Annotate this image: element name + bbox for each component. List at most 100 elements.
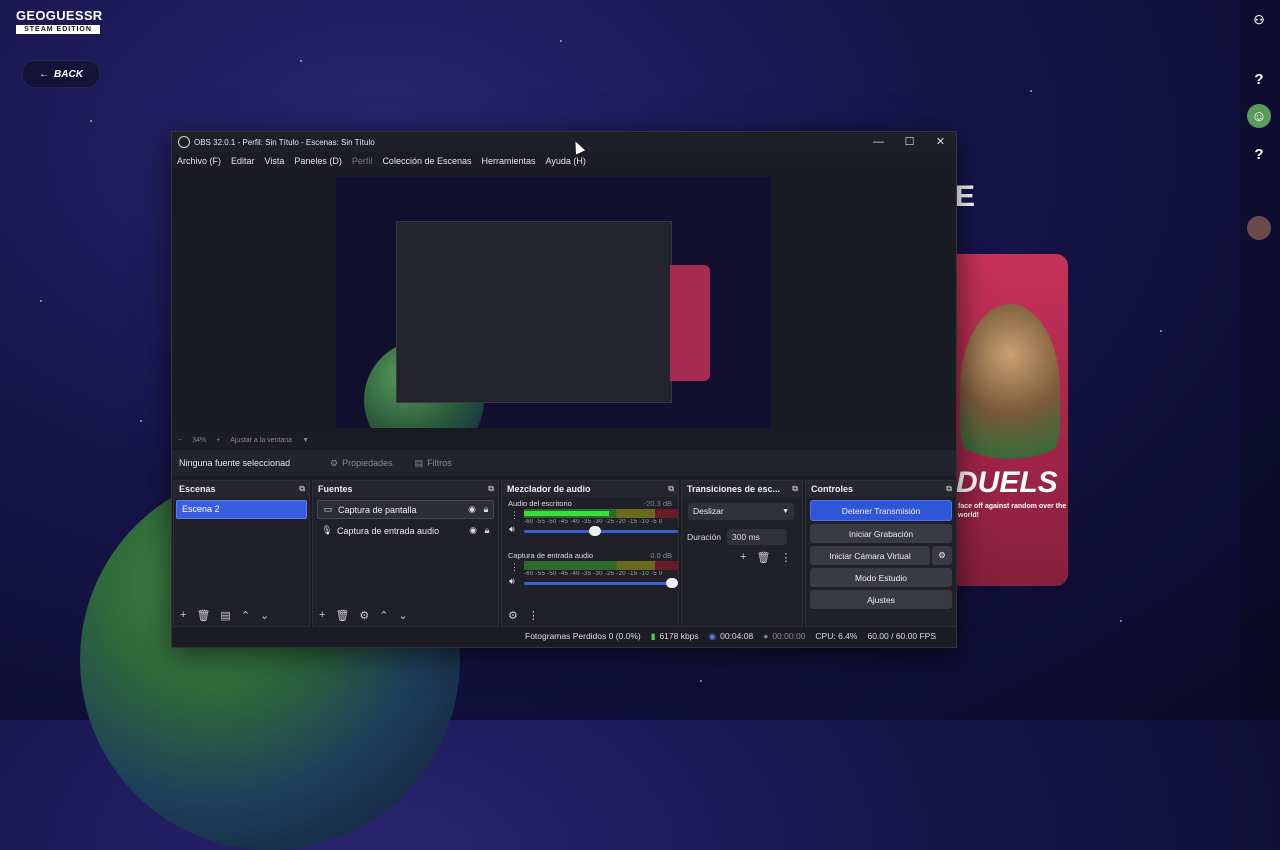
undock-icon[interactable]: ⧉	[792, 484, 798, 494]
mixer-channel: Audio del escritorio -20.3 dB ⋮ -60 -55 …	[506, 497, 678, 549]
stop-stream-button[interactable]: Detener Transmisión	[810, 500, 952, 521]
transitions-header: Transiciones de esc... ⧉	[682, 481, 802, 497]
trash-icon[interactable]: 🗑	[335, 609, 349, 622]
menu-herramientas[interactable]: Herramientas	[477, 156, 541, 166]
undock-icon[interactable]: ⧉	[946, 484, 952, 494]
avatar-icon[interactable]: ☺	[1247, 104, 1271, 128]
speaker-icon[interactable]: 🔊︎	[509, 576, 515, 587]
sources-title: Fuentes	[318, 484, 353, 494]
volume-slider-handle[interactable]	[666, 578, 678, 588]
duration-value: 300 ms	[732, 532, 760, 542]
preview-duels-card	[670, 265, 710, 381]
menu-perfil: Perfil	[351, 156, 373, 166]
trash-icon[interactable]: 🗑	[756, 551, 770, 564]
logo-edition: STEAM EDITION	[16, 25, 100, 34]
avatar-icon[interactable]	[1247, 216, 1271, 240]
close-button[interactable]: ✕	[925, 132, 956, 152]
undock-icon[interactable]: ⧉	[488, 484, 494, 494]
help-icon[interactable]: ?	[1247, 142, 1271, 166]
chevron-up-icon[interactable]: ⌃	[241, 609, 250, 622]
filters-button[interactable]: ▤ Filtros	[408, 455, 459, 472]
filters-label: Filtros	[427, 458, 452, 468]
zoom-bar: − 34% + Ajustar a la ventana ▼	[174, 434, 309, 446]
volume-meter	[524, 509, 678, 518]
transition-select[interactable]: Deslizar ▼	[688, 503, 794, 520]
add-icon[interactable]: +	[180, 609, 186, 622]
duration-label: Duración	[687, 532, 722, 542]
advanced-audio-icon[interactable]: ⚙	[508, 609, 518, 622]
source-item[interactable]: ▭ Captura de pantalla ◉ 🔒︎	[317, 500, 494, 519]
gear-icon[interactable]: ⚙	[359, 609, 369, 622]
menu-archivo[interactable]: Archivo (F)	[172, 156, 226, 166]
undock-icon[interactable]: ⧉	[299, 484, 305, 494]
undock-icon[interactable]: ⧉	[668, 484, 674, 494]
microphone-icon: 🎙︎	[321, 525, 333, 535]
settings-button[interactable]: Ajustes	[810, 590, 952, 609]
stream-time: 00:04:08	[720, 631, 754, 641]
transitions-title: Transiciones de esc...	[687, 484, 781, 494]
lock-icon[interactable]: 🔒︎	[480, 525, 494, 536]
volume-meter	[524, 561, 678, 570]
help-icon[interactable]: ?	[1247, 67, 1271, 91]
eye-icon[interactable]: ◉	[465, 504, 479, 515]
more-vertical-icon[interactable]: ⋮	[510, 562, 519, 573]
gear-icon[interactable]: ⚙	[932, 546, 952, 565]
properties-button[interactable]: ⚙ Propiedades	[323, 455, 400, 472]
sources-dock: Fuentes ⧉ ▭ Captura de pantalla ◉ 🔒︎ 🎙︎ …	[312, 480, 499, 627]
volume-slider[interactable]	[524, 582, 678, 585]
menu-paneles[interactable]: Paneles (D)	[289, 156, 347, 166]
title-bar[interactable]: OBS 32.0.1 - Perfil: Sin Título - Escena…	[172, 132, 956, 152]
minimize-button[interactable]: —	[863, 132, 894, 152]
more-vertical-icon[interactable]: ⋮	[510, 510, 519, 521]
chevron-down-icon[interactable]: ⌄	[260, 609, 269, 622]
more-vertical-icon[interactable]: ⋮	[780, 551, 791, 564]
star	[700, 680, 702, 682]
preview-nested-obs	[396, 221, 672, 403]
duels-title: DUELS	[956, 466, 1058, 499]
monitor-icon: ▭	[323, 504, 333, 514]
partial-heading: E	[955, 180, 976, 213]
back-button[interactable]: ← BACK	[22, 60, 100, 88]
scene-item[interactable]: Escena 2	[176, 500, 307, 519]
source-item[interactable]: 🎙︎ Captura de entrada audio ◉ 🔒︎	[317, 522, 494, 539]
volume-slider[interactable]	[524, 530, 678, 533]
controls-dock: Controles ⧉ Detener Transmisión Iniciar …	[805, 480, 957, 627]
chevron-down-icon[interactable]: ⌄	[399, 609, 408, 622]
start-virtual-camera-button[interactable]: Iniciar Cámara Virtual	[810, 546, 930, 565]
start-recording-button[interactable]: Iniciar Grabación	[810, 524, 952, 543]
duration-input[interactable]: 300 ms	[727, 529, 788, 545]
menu-ayuda[interactable]: Ayuda (H)	[541, 156, 591, 166]
menu-editar[interactable]: Editar	[226, 156, 260, 166]
maximize-button[interactable]: ☐	[894, 132, 925, 152]
mixer-header: Mezclador de audio ⧉	[502, 481, 678, 497]
menu-vista[interactable]: Vista	[260, 156, 290, 166]
bitrate: 6178 kbps	[659, 631, 699, 641]
mixer-channel: Captura de entrada audio 0.0 dB ⋮ -60 -5…	[506, 549, 678, 601]
friends-icon[interactable]: ⚇	[1247, 8, 1271, 32]
source-toolbar: Ninguna fuente seleccionad ⚙ Propiedades…	[172, 450, 956, 476]
properties-label: Propiedades	[342, 458, 393, 468]
preview-area	[174, 170, 954, 432]
lock-icon[interactable]: 🔒︎	[479, 504, 493, 515]
preview-canvas[interactable]	[336, 177, 770, 428]
star	[90, 120, 92, 122]
star	[1120, 620, 1122, 622]
eye-icon[interactable]: ◉	[466, 525, 480, 536]
add-icon[interactable]: +	[740, 551, 746, 564]
trash-icon[interactable]: 🗑	[196, 609, 210, 622]
source-name: Captura de entrada audio	[337, 525, 440, 536]
chevron-up-icon[interactable]: ⌃	[379, 609, 388, 622]
obs-logo-icon	[178, 136, 190, 148]
scenes-header: Escenas ⧉	[174, 481, 309, 497]
duels-card[interactable]	[952, 254, 1068, 586]
studio-mode-button[interactable]: Modo Estudio	[810, 568, 952, 587]
volume-slider-handle[interactable]	[589, 526, 601, 536]
filter-icon[interactable]: ▤	[220, 609, 230, 622]
chevron-down-icon[interactable]: ▼	[302, 437, 309, 444]
speaker-icon[interactable]: 🔊︎	[509, 524, 515, 535]
menu-coleccion-escenas[interactable]: Colección de Escenas	[377, 156, 476, 166]
zoom-out-button[interactable]: −	[178, 437, 182, 444]
zoom-in-button[interactable]: +	[216, 437, 220, 444]
more-vertical-icon[interactable]: ⋮	[528, 609, 539, 622]
add-icon[interactable]: +	[319, 609, 325, 622]
